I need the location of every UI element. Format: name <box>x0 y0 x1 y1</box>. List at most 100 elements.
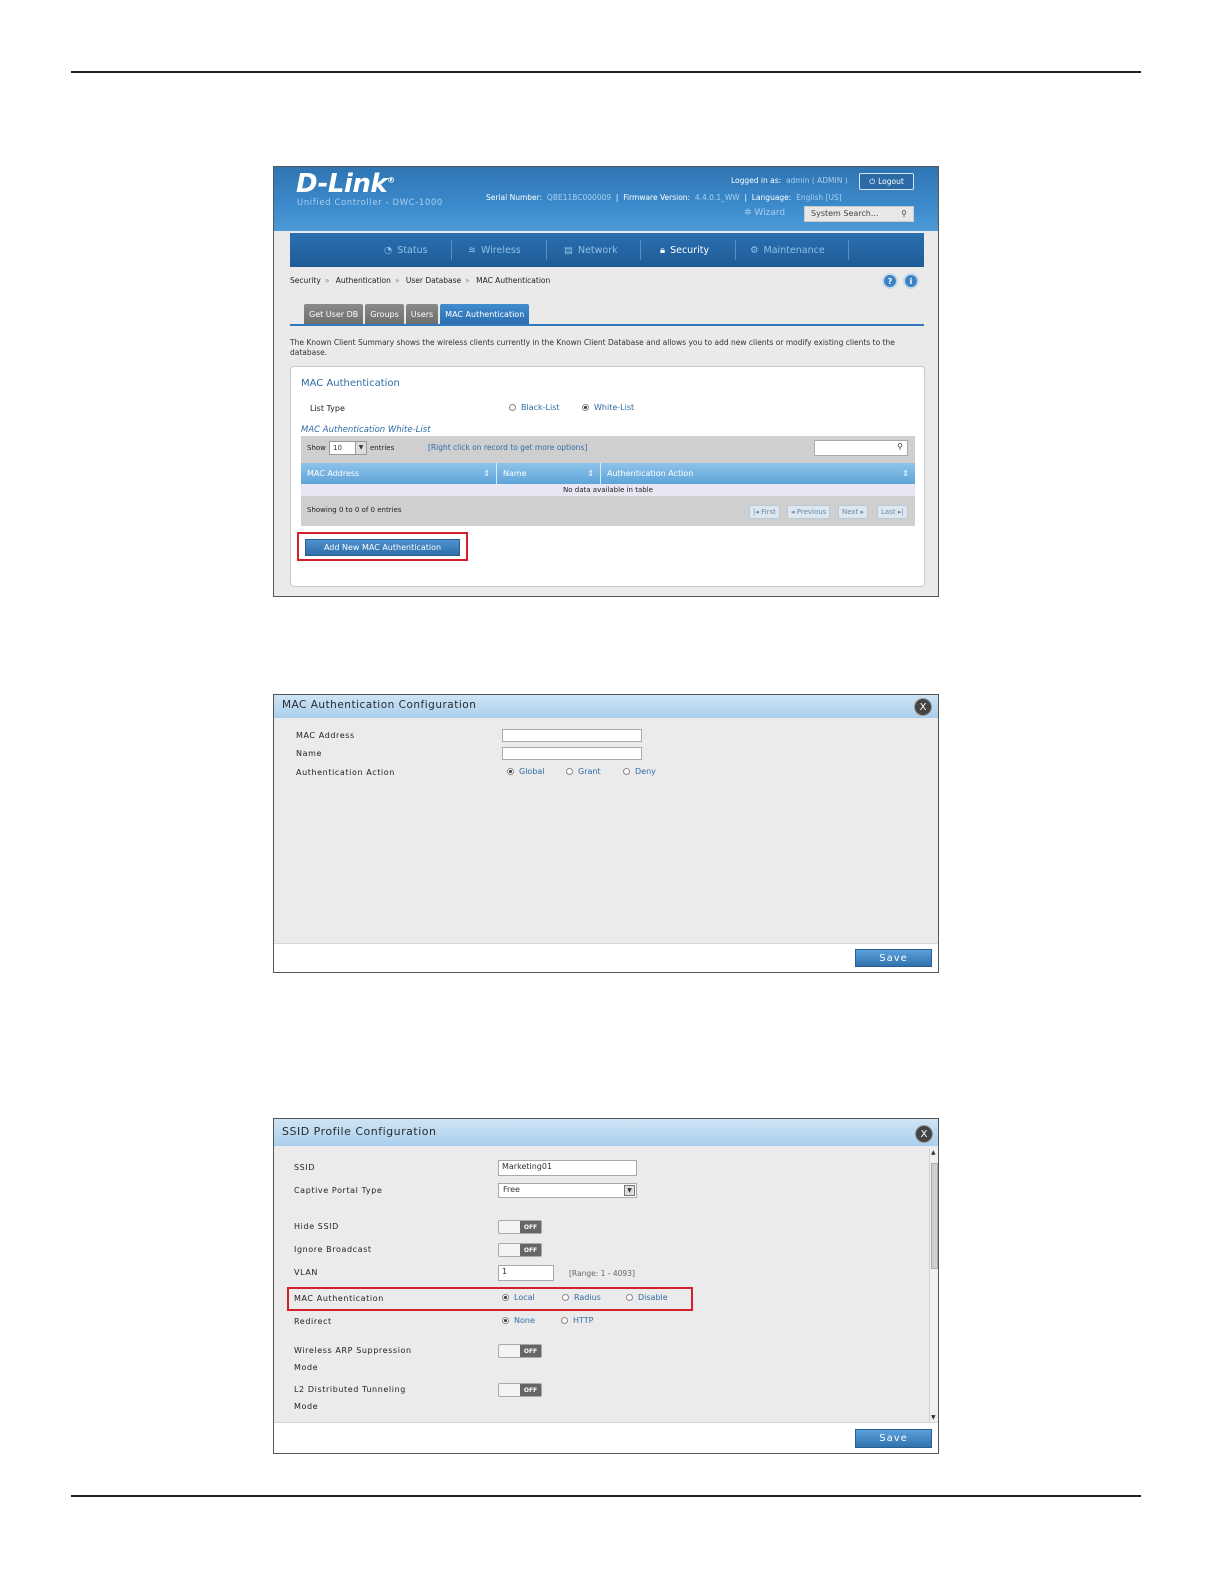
next-icon: ▸ <box>858 508 865 516</box>
save-button[interactable]: Save <box>855 1429 932 1448</box>
table-header: MAC Address ⇕ Name ⇕ Authentication Action… <box>301 463 915 484</box>
showing-entries: Showing 0 to 0 of 0 entries <box>307 506 402 514</box>
save-button[interactable]: Save <box>855 949 932 967</box>
top-rule <box>71 71 1141 73</box>
arp-suppression-toggle[interactable]: OFF <box>498 1344 542 1358</box>
last-icon: ▸| <box>895 508 904 516</box>
vlan-range-hint: [Range: 1 - 4093] <box>569 1269 635 1278</box>
hide-ssid-toggle[interactable]: OFF <box>498 1220 542 1234</box>
captive-portal-type-select[interactable]: Free ▼ <box>498 1183 637 1198</box>
redirect-none-radio[interactable]: None <box>502 1316 535 1325</box>
lock-icon: 🔒︎ <box>660 244 666 256</box>
table-search-input[interactable]: ⚲ <box>814 440 908 456</box>
sort-icon: ⇕ <box>587 469 594 478</box>
tab-mac-authentication[interactable]: MAC Authentication <box>440 304 530 324</box>
chevron-down-icon: ▼ <box>624 1185 635 1196</box>
sort-icon: ⇕ <box>902 469 909 478</box>
name-input[interactable] <box>502 747 642 760</box>
entries-label: entries <box>370 444 395 452</box>
redirect-label: Redirect <box>294 1317 332 1326</box>
show-label: Show <box>307 444 326 452</box>
info-icon[interactable]: i <box>903 273 919 289</box>
next-page-button[interactable]: Next ▸ <box>838 505 869 519</box>
dialog-title: SSID Profile Configuration <box>274 1119 938 1146</box>
logout-button[interactable]: ⏻ Logout <box>859 173 914 190</box>
breadcrumb-authentication[interactable]: Authentication <box>336 276 391 285</box>
network-icon: ▤ <box>564 244 573 256</box>
mac-authentication-screenshot: D-Link® Unified Controller - DWC-1000 Lo… <box>273 166 939 597</box>
gauge-icon: ◔ <box>384 244 393 256</box>
search-icon: ⚲ <box>901 209 907 218</box>
tab-bar: Get User DB Groups Users MAC Authenticat… <box>304 304 530 324</box>
name-label: Name <box>296 749 323 758</box>
action-deny-radio[interactable]: Deny <box>623 767 656 776</box>
ssid-profile-config-dialog: SSID Profile Configuration X SSID Market… <box>273 1118 939 1454</box>
ssid-label: SSID <box>294 1163 316 1172</box>
nav-status[interactable]: ◔ Status <box>384 233 428 267</box>
captive-portal-type-label: Captive Portal Type <box>294 1186 383 1195</box>
mac-address-input[interactable] <box>502 729 642 742</box>
col-name[interactable]: Name ⇕ <box>497 463 601 484</box>
nav-security[interactable]: 🔒︎ Security <box>660 233 709 267</box>
sort-icon: ⇕ <box>483 469 490 478</box>
ignore-broadcast-toggle[interactable]: OFF <box>498 1243 542 1257</box>
wizard-link[interactable]: ✲ Wizard <box>744 208 785 218</box>
vlan-input[interactable]: 1 <box>498 1265 554 1281</box>
l2-tunneling-toggle[interactable]: OFF <box>498 1383 542 1397</box>
white-list-radio[interactable]: White-List <box>582 403 634 412</box>
scrollbar[interactable]: ▲ ▼ <box>929 1149 938 1421</box>
action-grant-radio[interactable]: Grant <box>566 767 601 776</box>
scroll-down-icon[interactable]: ▼ <box>931 1414 936 1421</box>
nav-network[interactable]: ▤ Network <box>564 233 618 267</box>
gear-icon: ⚙ <box>750 244 759 256</box>
last-page-button[interactable]: Last ▸| <box>877 505 908 519</box>
redirect-http-radio[interactable]: HTTP <box>561 1316 593 1325</box>
list-type-label: List Type <box>310 404 345 413</box>
right-click-hint: [Right click on record to get more optio… <box>428 443 588 452</box>
breadcrumb-user-database[interactable]: User Database <box>406 276 461 285</box>
chevron-down-icon: ▼ <box>355 442 366 454</box>
tab-groups[interactable]: Groups <box>365 304 404 324</box>
breadcrumb-security[interactable]: Security <box>290 276 321 285</box>
nav-maintenance[interactable]: ⚙ Maintenance <box>750 233 825 267</box>
search-icon: ⚲ <box>897 442 903 451</box>
ignore-broadcast-label: Ignore Broadcast <box>294 1245 372 1254</box>
tab-users[interactable]: Users <box>405 304 439 324</box>
main-nav: ◔ Status ≋ Wireless ▤ Network 🔒︎ Security ⚙ M… <box>290 233 924 267</box>
help-icon[interactable]: ? <box>882 273 898 289</box>
l2-tunneling-label: L2 Distributed Tunneling <box>294 1385 406 1394</box>
authentication-action-label: Authentication Action <box>296 768 395 777</box>
bottom-rule <box>71 1495 1141 1497</box>
mac-address-label: MAC Address <box>296 731 355 740</box>
scroll-up-icon[interactable]: ▲ <box>931 1149 936 1156</box>
ssid-input[interactable]: Marketing01 <box>498 1160 637 1176</box>
wifi-icon: ≋ <box>468 244 476 256</box>
dialog-title: MAC Authentication Configuration <box>274 695 938 718</box>
breadcrumb-mac-authentication: MAC Authentication <box>476 276 551 285</box>
system-search-input[interactable]: System Search... ⚲ <box>804 206 914 222</box>
action-global-radio[interactable]: Global <box>507 767 545 776</box>
nav-wireless[interactable]: ≋ Wireless <box>468 233 521 267</box>
close-icon[interactable]: X <box>915 1125 933 1143</box>
page-description: The Known Client Summary shows the wirel… <box>290 338 895 357</box>
first-icon: |◂ <box>753 508 762 516</box>
panel-title: MAC Authentication <box>301 378 400 389</box>
dialog-footer: Save <box>274 1422 938 1453</box>
dialog-footer: Save <box>274 943 938 972</box>
col-authentication-action[interactable]: Authentication Action ⇕ <box>601 463 915 484</box>
page-size-select[interactable]: 10 ▼ <box>329 441 367 455</box>
black-list-radio[interactable]: Black-List <box>509 403 560 412</box>
vlan-label: VLAN <box>294 1268 318 1277</box>
table-toolbar: Show 10 ▼ entries [Right click on record… <box>301 436 915 463</box>
tab-get-user-db[interactable]: Get User DB <box>304 304 364 324</box>
device-info: Serial Number: QBE11BC000009 | Firmware … <box>486 193 842 202</box>
first-page-button[interactable]: |◂ First <box>749 505 780 519</box>
close-icon[interactable]: X <box>914 698 932 716</box>
hide-ssid-label: Hide SSID <box>294 1222 339 1231</box>
col-mac-address[interactable]: MAC Address ⇕ <box>301 463 497 484</box>
l2-tunneling-label-2: Mode <box>294 1402 319 1411</box>
previous-page-button[interactable]: ◂ Previous <box>787 505 831 519</box>
logged-in-info: Logged in as: admin ( ADMIN ) <box>731 176 848 185</box>
highlight-box <box>287 1287 693 1311</box>
product-name: Unified Controller - DWC-1000 <box>297 198 443 208</box>
